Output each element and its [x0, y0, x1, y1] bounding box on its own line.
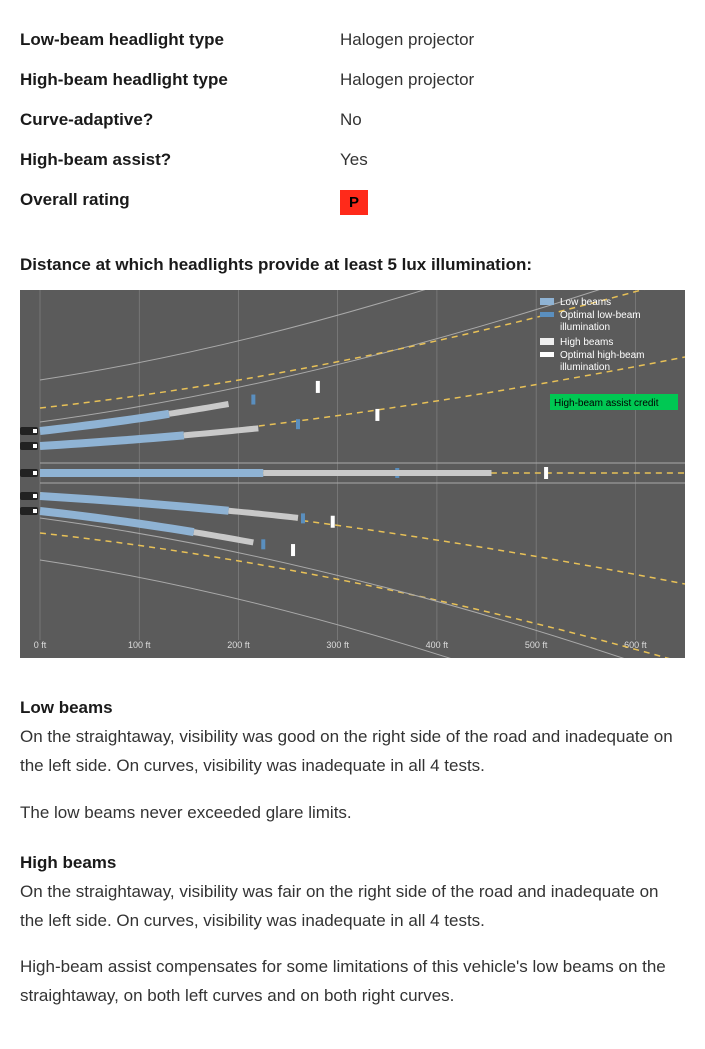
spec-table: Low-beam headlight type Halogen projecto…	[20, 20, 685, 225]
high-beams-heading: High beams	[20, 853, 685, 873]
spec-value: Yes	[340, 150, 368, 170]
spec-value: P	[340, 190, 368, 215]
svg-text:100 ft: 100 ft	[128, 640, 151, 650]
spec-value: Halogen projector	[340, 30, 474, 50]
svg-text:illumination: illumination	[560, 362, 610, 373]
svg-text:Low beams: Low beams	[560, 297, 611, 308]
spec-label: Low-beam headlight type	[20, 30, 340, 50]
spec-label: High-beam assist?	[20, 150, 340, 170]
svg-text:300 ft: 300 ft	[326, 640, 349, 650]
spec-row-high-beam-type: High-beam headlight type Halogen project…	[20, 60, 685, 100]
svg-text:0 ft: 0 ft	[34, 640, 47, 650]
low-beams-heading: Low beams	[20, 698, 685, 718]
svg-text:Optimal high-beam: Optimal high-beam	[560, 350, 644, 361]
svg-text:High beams: High beams	[560, 337, 613, 348]
low-beams-para-2: The low beams never exceeded glare limit…	[20, 799, 685, 828]
chart-svg: 0 ft 100 ft 200 ft 300 ft 400 ft 500 ft 600 ft…	[20, 290, 685, 658]
spec-row-low-beam-type: Low-beam headlight type Halogen projecto…	[20, 20, 685, 60]
svg-text:200 ft: 200 ft	[227, 640, 250, 650]
spec-label: High-beam headlight type	[20, 70, 340, 90]
spec-label: Curve-adaptive?	[20, 110, 340, 130]
high-beams-para-1: On the straightaway, visibility was fair…	[20, 878, 685, 936]
spec-row-overall-rating: Overall rating P	[20, 180, 685, 225]
spec-row-high-beam-assist: High-beam assist? Yes	[20, 140, 685, 180]
svg-text:600 ft: 600 ft	[624, 640, 647, 650]
svg-text:illumination: illumination	[560, 322, 610, 333]
high-beams-para-2: High-beam assist compensates for some li…	[20, 953, 685, 1011]
spec-label: Overall rating	[20, 190, 340, 215]
headlight-distance-chart: 0 ft 100 ft 200 ft 300 ft 400 ft 500 ft 600 ft…	[20, 290, 685, 658]
svg-text:High-beam assist credit: High-beam assist credit	[554, 398, 659, 409]
low-beams-para-1: On the straightaway, visibility was good…	[20, 723, 685, 781]
svg-text:500 ft: 500 ft	[525, 640, 548, 650]
svg-text:Optimal low-beam: Optimal low-beam	[560, 310, 641, 321]
svg-text:400 ft: 400 ft	[426, 640, 449, 650]
spec-row-curve-adaptive: Curve-adaptive? No	[20, 100, 685, 140]
spec-value: No	[340, 110, 362, 130]
spec-value: Halogen projector	[340, 70, 474, 90]
rating-badge: P	[340, 190, 368, 215]
chart-title: Distance at which headlights provide at …	[20, 255, 685, 275]
